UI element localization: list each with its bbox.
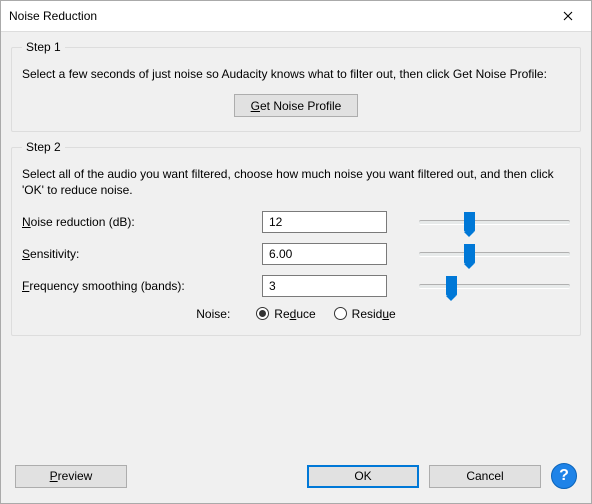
radio-checked-icon: [256, 307, 269, 320]
radio-unchecked-icon: [334, 307, 347, 320]
noise-mode-label: Noise:: [196, 307, 230, 321]
reduce-radio[interactable]: Reduce: [256, 307, 315, 321]
freq-smoothing-input[interactable]: [262, 275, 387, 297]
slider-thumb[interactable]: [464, 212, 475, 232]
titlebar: Noise Reduction: [1, 1, 591, 32]
noise-reduction-dialog: Noise Reduction Step 1 Select a few seco…: [0, 0, 592, 504]
noise-mode-row: Noise: Reduce Residue: [22, 307, 570, 321]
slider-track: [419, 220, 570, 225]
help-icon: ?: [559, 467, 569, 485]
freq-smoothing-slider[interactable]: [419, 275, 570, 297]
noise-reduction-input[interactable]: [262, 211, 387, 233]
freq-smoothing-row: Frequency smoothing (bands):: [22, 275, 570, 297]
ok-button[interactable]: OK: [307, 465, 419, 488]
sensitivity-label: Sensitivity:: [22, 247, 262, 261]
slider-track: [419, 284, 570, 289]
dialog-content: Step 1 Select a few seconds of just nois…: [1, 32, 591, 503]
noise-reduction-row: Noise reduction (dB):: [22, 211, 570, 233]
step2-legend: Step 2: [22, 140, 65, 154]
step2-instruction: Select all of the audio you want filtere…: [22, 166, 570, 198]
residue-radio-label: Residue: [352, 307, 396, 321]
slider-track: [419, 252, 570, 257]
close-button[interactable]: [545, 1, 591, 31]
step2-group: Step 2 Select all of the audio you want …: [11, 140, 581, 335]
sensitivity-slider[interactable]: [419, 243, 570, 265]
slider-thumb[interactable]: [446, 276, 457, 296]
preview-button[interactable]: Preview: [15, 465, 127, 488]
close-icon: [563, 11, 573, 21]
dialog-footer: Preview OK Cancel ?: [11, 451, 581, 495]
sensitivity-input[interactable]: [262, 243, 387, 265]
help-button[interactable]: ?: [551, 463, 577, 489]
slider-thumb[interactable]: [464, 244, 475, 264]
reduce-radio-label: Reduce: [274, 307, 315, 321]
residue-radio[interactable]: Residue: [334, 307, 396, 321]
window-title: Noise Reduction: [9, 9, 545, 23]
noise-reduction-label: Noise reduction (dB):: [22, 215, 262, 229]
cancel-button[interactable]: Cancel: [429, 465, 541, 488]
step1-instruction: Select a few seconds of just noise so Au…: [22, 66, 570, 82]
step1-group: Step 1 Select a few seconds of just nois…: [11, 40, 581, 132]
freq-smoothing-label: Frequency smoothing (bands):: [22, 279, 262, 293]
sensitivity-row: Sensitivity:: [22, 243, 570, 265]
get-noise-profile-button[interactable]: Get Noise Profile: [234, 94, 359, 117]
noise-reduction-slider[interactable]: [419, 211, 570, 233]
step1-legend: Step 1: [22, 40, 65, 54]
